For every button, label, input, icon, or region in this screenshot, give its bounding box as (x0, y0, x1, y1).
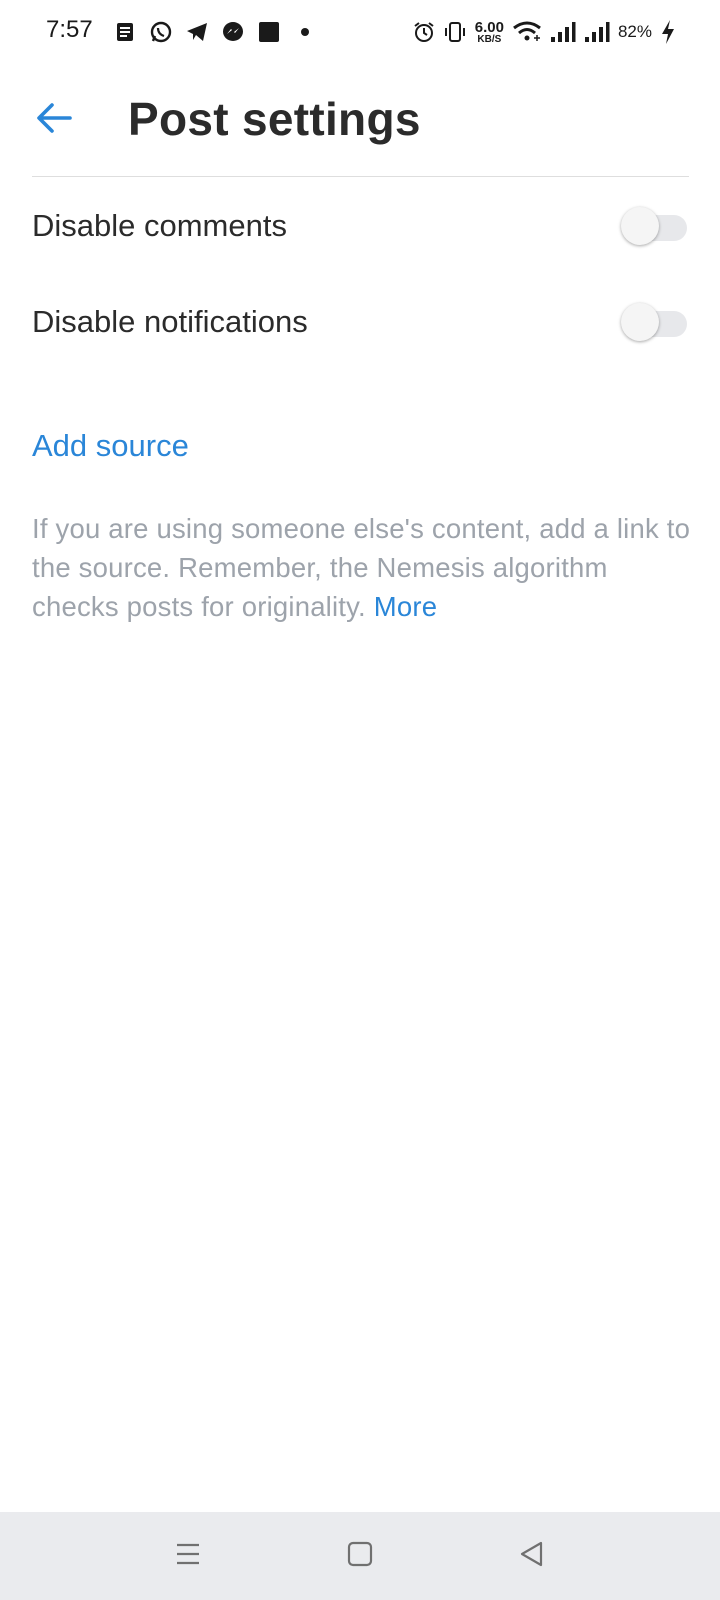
alarm-icon (413, 21, 435, 43)
nav-home-button[interactable] (332, 1530, 388, 1582)
add-source-link[interactable]: Add source (32, 428, 189, 464)
net-speed-value: 6.00 (474, 18, 504, 36)
notification-icons (112, 18, 318, 46)
system-nav-bar (0, 1512, 720, 1600)
news-icon (112, 19, 138, 45)
status-bar: 7:57 6.00 KB/S 82% (0, 0, 720, 64)
toggle-knob (621, 207, 659, 245)
battery-percent: 82% (617, 22, 652, 41)
menu-icon (174, 1540, 202, 1573)
messenger-icon (220, 19, 246, 45)
whatsapp-icon (148, 19, 174, 45)
dot-icon (292, 19, 318, 45)
home-square-icon (346, 1540, 374, 1573)
status-right: 6.00 KB/S 82% (413, 16, 676, 48)
screen: 7:57 6.00 KB/S 82% Post settings Disable… (0, 0, 720, 1600)
charging-icon (660, 19, 676, 45)
telegram-icon (184, 19, 210, 45)
net-speed: 6.00 KB/S (475, 20, 504, 45)
wifi-icon (512, 20, 542, 44)
signal-icon-1 (550, 21, 576, 43)
source-help-text: If you are using someone else's content,… (32, 509, 692, 626)
setting-row-disable-notifications[interactable]: Disable notifications (32, 290, 689, 354)
toggle-disable-notifications[interactable] (621, 300, 689, 344)
back-button[interactable] (24, 90, 84, 150)
back-triangle-icon (518, 1540, 546, 1573)
square-app-icon (256, 19, 282, 45)
setting-row-disable-comments[interactable]: Disable comments (32, 194, 689, 258)
toggle-knob (621, 303, 659, 341)
page-title: Post settings (128, 93, 421, 145)
setting-label-disable-notifications: Disable notifications (32, 304, 308, 339)
vibrate-icon (443, 20, 467, 44)
header-divider (32, 176, 689, 177)
arrow-left-icon (34, 98, 74, 143)
nav-menu-button[interactable] (160, 1530, 216, 1582)
app-header: Post settings (0, 64, 720, 176)
status-time: 7:57 (46, 16, 93, 43)
nav-back-button[interactable] (504, 1530, 560, 1582)
source-help-body: If you are using someone else's content,… (32, 513, 691, 622)
net-speed-unit: KB/S (477, 33, 502, 45)
more-link[interactable]: More (374, 591, 437, 622)
toggle-disable-comments[interactable] (621, 204, 689, 248)
signal-icon-2 (584, 21, 610, 43)
setting-label-disable-comments: Disable comments (32, 208, 287, 243)
